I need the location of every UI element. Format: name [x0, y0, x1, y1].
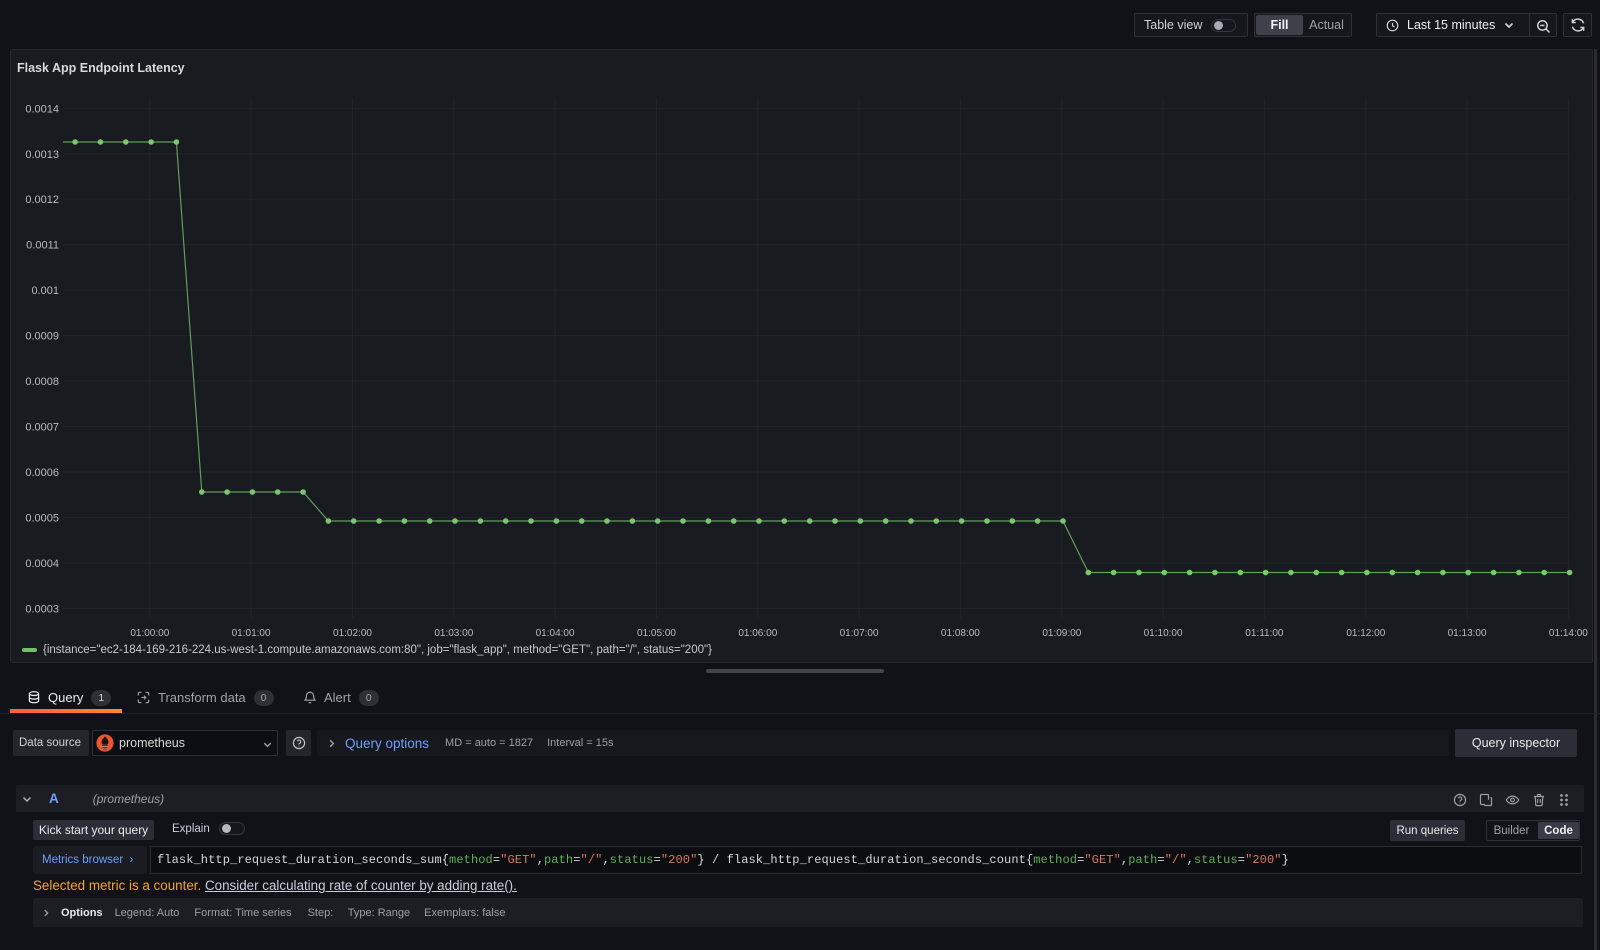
svg-text:0.0014: 0.0014	[25, 103, 59, 115]
svg-text:0.0011: 0.0011	[26, 240, 59, 252]
svg-text:01:02:00: 01:02:00	[333, 628, 372, 639]
svg-text:0.0013: 0.0013	[25, 149, 59, 161]
svg-text:0.0004: 0.0004	[25, 558, 59, 570]
svg-text:01:01:00: 01:01:00	[232, 628, 271, 639]
svg-text:01:12:00: 01:12:00	[1346, 628, 1385, 639]
svg-text:0.0003: 0.0003	[25, 603, 59, 615]
svg-text:01:10:00: 01:10:00	[1144, 628, 1183, 639]
svg-text:0.0008: 0.0008	[25, 376, 59, 388]
svg-text:01:00:00: 01:00:00	[130, 628, 169, 639]
svg-text:0.0005: 0.0005	[25, 512, 59, 524]
svg-text:0.001: 0.001	[31, 285, 59, 297]
svg-text:0.0009: 0.0009	[25, 331, 59, 343]
svg-text:01:11:00: 01:11:00	[1245, 628, 1284, 639]
svg-text:01:13:00: 01:13:00	[1448, 628, 1487, 639]
svg-text:01:05:00: 01:05:00	[637, 628, 676, 639]
svg-text:0.0012: 0.0012	[25, 194, 59, 206]
svg-text:01:08:00: 01:08:00	[941, 628, 980, 639]
svg-text:01:04:00: 01:04:00	[536, 628, 575, 639]
svg-text:01:03:00: 01:03:00	[434, 628, 473, 639]
svg-text:0.0007: 0.0007	[25, 422, 59, 434]
svg-text:01:06:00: 01:06:00	[738, 628, 777, 639]
svg-text:01:09:00: 01:09:00	[1042, 628, 1081, 639]
svg-text:01:14:00: 01:14:00	[1549, 628, 1588, 639]
svg-text:01:07:00: 01:07:00	[840, 628, 879, 639]
svg-text:0.0006: 0.0006	[25, 467, 59, 479]
